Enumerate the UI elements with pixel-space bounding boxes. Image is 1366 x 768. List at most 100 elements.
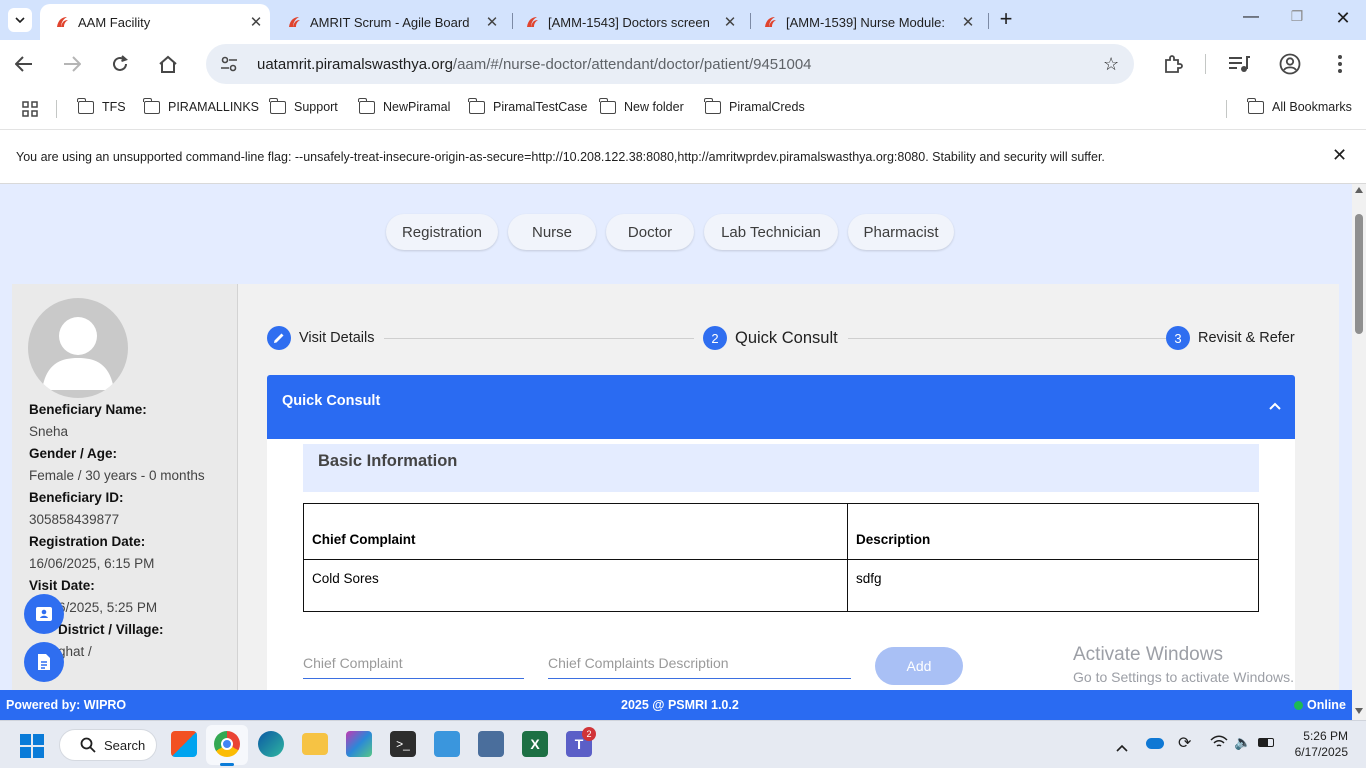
quick-consult-header[interactable]: Quick Consult — [267, 375, 1295, 439]
tab-search-icon[interactable] — [8, 8, 32, 32]
step-number: 2 — [703, 326, 727, 350]
address-bar[interactable]: uatamrit.piramalswasthya.org/aam/#/nurse… — [206, 44, 1134, 84]
infobar-close-icon[interactable]: ✕ — [1332, 145, 1347, 166]
role-nurse[interactable]: Nurse — [508, 214, 596, 250]
windows-start-icon[interactable] — [20, 734, 44, 763]
back-icon[interactable] — [10, 50, 38, 78]
all-bookmarks-label: All Bookmarks — [1272, 100, 1352, 114]
apps-grid-icon[interactable] — [22, 101, 38, 122]
tab-amm-1543[interactable]: [AMM-1543] Doctors screen ✕ — [510, 4, 744, 40]
tab-close-icon[interactable]: ✕ — [716, 13, 744, 31]
amrit-favicon-icon — [527, 17, 538, 27]
gender-age-label: Gender / Age: — [29, 446, 118, 461]
bookmark-newpiramal[interactable]: NewPiramal — [358, 97, 451, 114]
home-icon[interactable] — [154, 50, 182, 78]
tab-close-icon[interactable]: ✕ — [954, 13, 982, 31]
tab-agile-board[interactable]: AMRIT Scrum - Agile Board ✕ — [272, 4, 506, 40]
volume-icon[interactable]: 🔈 — [1234, 734, 1251, 751]
scroll-down-icon[interactable] — [1355, 708, 1363, 714]
tab-close-icon[interactable]: ✕ — [242, 13, 270, 31]
edge-icon[interactable] — [258, 731, 284, 757]
new-tab-icon[interactable]: + — [994, 8, 1018, 32]
terminal-icon[interactable]: >_ — [390, 731, 416, 757]
chief-complaint-input[interactable]: Chief Complaint — [303, 649, 524, 679]
excel-icon[interactable]: X — [522, 731, 548, 757]
bookmark-label: PiramalTestCase — [493, 100, 588, 114]
m365-icon[interactable] — [346, 731, 372, 757]
document-icon — [38, 654, 50, 670]
step-revisit-refer[interactable]: 3 Revisit & Refer — [1166, 326, 1295, 350]
bookmark-piramalcreds[interactable]: PiramalCreds — [704, 97, 805, 114]
bookmark-piramallinks[interactable]: PIRAMALLINKS — [143, 97, 259, 114]
chief-complaint-table: Chief Complaint Description Cold Sores s… — [303, 503, 1259, 612]
clock-time: 5:26 PM — [1303, 729, 1348, 743]
beneficiary-panel: Beneficiary Name: Sneha Gender / Age: Fe… — [12, 284, 238, 694]
url-text: uatamrit.piramalswasthya.org/aam/#/nurse… — [257, 56, 812, 73]
step-visit-details[interactable]: Visit Details — [267, 326, 374, 350]
beneficiary-details-fab[interactable] — [24, 594, 64, 634]
beneficiary-id: 305858439877 — [29, 512, 120, 527]
clock[interactable]: 5:26 PM 6/17/2025 — [1288, 729, 1348, 759]
tray-chevron-up-icon[interactable] — [1116, 739, 1128, 757]
tab-close-icon[interactable]: ✕ — [478, 13, 506, 31]
toolbar-divider — [1205, 54, 1206, 74]
close-window-icon[interactable]: ✕ — [1320, 8, 1366, 32]
table-row[interactable]: Cold Sores sdfg — [303, 559, 1259, 612]
bookmark-star-icon[interactable]: ☆ — [1103, 54, 1119, 75]
restore-icon[interactable]: ❐ — [1274, 8, 1320, 32]
tab-title: AMRIT Scrum - Agile Board — [310, 14, 470, 30]
tab-amm-1539[interactable]: [AMM-1539] Nurse Module: ✕ — [748, 4, 982, 40]
district-village-label: District / Village: — [58, 622, 164, 637]
gender-age: Female / 30 years - 0 months — [29, 468, 205, 483]
amrit-favicon-icon — [289, 17, 300, 27]
step-quick-consult[interactable]: 2 Quick Consult — [703, 326, 838, 350]
all-bookmarks[interactable]: All Bookmarks — [1247, 97, 1352, 114]
case-sheet-fab[interactable] — [24, 642, 64, 682]
bookmark-tfs[interactable]: TFS — [77, 97, 126, 114]
folder-icon — [143, 97, 160, 114]
notepad-icon[interactable] — [434, 731, 460, 757]
bookmark-label: NewPiramal — [383, 100, 451, 114]
chevron-up-icon[interactable] — [1269, 397, 1281, 415]
tab-title: AAM Facility — [78, 14, 151, 30]
tab-title: [AMM-1539] Nurse Module: — [786, 14, 945, 30]
bookmark-support[interactable]: Support — [269, 97, 338, 114]
tab-aam-facility[interactable]: AAM Facility ✕ — [40, 4, 270, 40]
store-icon[interactable] — [171, 731, 197, 757]
battery-icon[interactable] — [1258, 738, 1274, 747]
profile-icon[interactable] — [1276, 50, 1304, 78]
page-scrollbar[interactable] — [1352, 184, 1366, 720]
complaint-description-input[interactable]: Chief Complaints Description — [548, 649, 851, 679]
onedrive-icon[interactable] — [1146, 738, 1164, 749]
site-info-icon[interactable] — [220, 56, 238, 77]
beneficiary-name-label: Beneficiary Name: — [29, 402, 147, 417]
extensions-icon[interactable] — [1159, 50, 1187, 78]
file-explorer-icon[interactable] — [302, 733, 328, 755]
menu-kebab-icon[interactable] — [1326, 50, 1354, 78]
registration-date-label: Registration Date: — [29, 534, 146, 549]
warning-infobar: You are using an unsupported command-lin… — [0, 131, 1366, 184]
role-pharmacist[interactable]: Pharmacist — [848, 214, 954, 250]
media-controls-icon[interactable] — [1225, 50, 1253, 78]
scroll-thumb[interactable] — [1355, 214, 1363, 334]
folder-icon — [599, 97, 616, 114]
chrome-icon[interactable] — [214, 731, 240, 757]
taskbar-search[interactable]: Search — [59, 729, 157, 761]
sync-icon[interactable]: ⟳ — [1178, 733, 1191, 753]
role-registration[interactable]: Registration — [386, 214, 498, 250]
folder-icon — [358, 97, 375, 114]
role-doctor[interactable]: Doctor — [606, 214, 694, 250]
bookmark-piramaltestcase[interactable]: PiramalTestCase — [468, 97, 588, 114]
minimize-icon[interactable]: — — [1228, 8, 1274, 32]
watermark-subtitle: Go to Settings to activate Windows. — [1073, 669, 1294, 685]
add-button[interactable]: Add — [875, 647, 963, 685]
remote-desktop-icon[interactable] — [478, 731, 504, 757]
watermark-title: Activate Windows — [1073, 644, 1223, 665]
reload-icon[interactable] — [106, 50, 134, 78]
wifi-icon[interactable] — [1210, 735, 1228, 754]
scroll-up-icon[interactable] — [1355, 187, 1363, 193]
forward-icon[interactable] — [58, 50, 86, 78]
role-lab-technician[interactable]: Lab Technician — [704, 214, 838, 250]
folder-icon — [468, 97, 485, 114]
bookmark-new-folder[interactable]: New folder — [599, 97, 684, 114]
